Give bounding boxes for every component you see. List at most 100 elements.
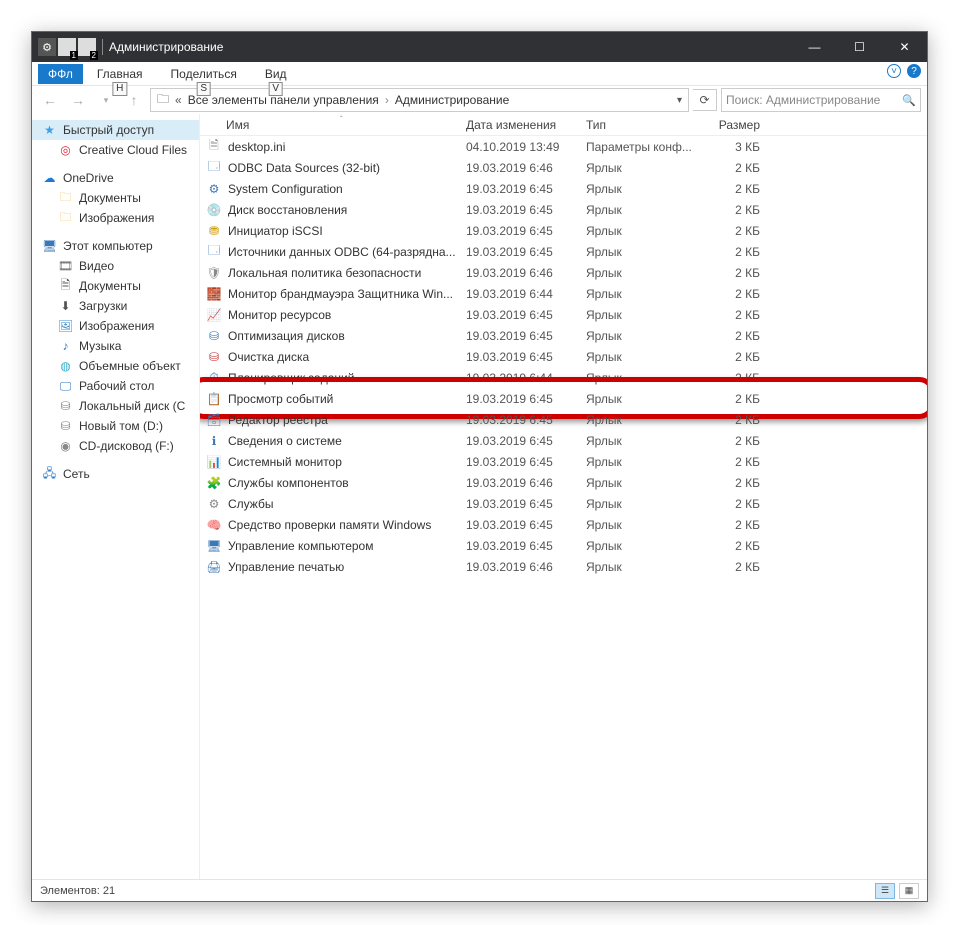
address-dropdown-icon[interactable]: ▾ — [675, 95, 684, 106]
nav-item[interactable]: ⛁Новый том (D:) — [32, 416, 199, 436]
file-size: 2 КБ — [700, 350, 770, 364]
nav-item[interactable]: ◎Creative Cloud Files — [32, 140, 199, 160]
nav-item-label: Рабочий стол — [79, 379, 154, 393]
breadcrumb-item[interactable]: Администрирование — [393, 93, 511, 107]
file-icon: ⛃ — [206, 223, 222, 239]
nav-item[interactable]: ★Быстрый доступ — [32, 120, 199, 140]
nav-item[interactable]: 🗀Изображения — [32, 208, 199, 228]
file-row[interactable]: ⛁Очистка диска19.03.2019 6:45Ярлык2 КБ — [200, 346, 927, 367]
nav-item[interactable]: 🖵Рабочий стол — [32, 376, 199, 396]
ribbon-tab-share[interactable]: Поделиться S — [157, 64, 251, 84]
file-type: Ярлык — [580, 539, 700, 553]
file-row[interactable]: 🗎desktop.ini04.10.2019 13:49Параметры ко… — [200, 136, 927, 157]
titlebar: 1 2 Администрирование — ☐ ✕ — [32, 32, 927, 62]
address-bar[interactable]: 🗀 « Все элементы панели управления › Адм… — [150, 88, 689, 112]
help-icon[interactable]: ? — [907, 64, 921, 78]
nav-item[interactable]: 🖧Сеть — [32, 464, 199, 484]
nav-item[interactable]: ♪Музыка — [32, 336, 199, 356]
file-row[interactable]: 📋Просмотр событий19.03.2019 6:45Ярлык2 К… — [200, 388, 927, 409]
file-row[interactable]: 🧱Монитор брандмауэра Защитника Win...19.… — [200, 283, 927, 304]
file-name: Источники данных ODBC (64-разрядна... — [228, 245, 456, 259]
column-header-name[interactable]: Имя — [200, 118, 460, 132]
address-toolbar: ← → ▾ ↑ 🗀 « Все элементы панели управлен… — [32, 86, 927, 114]
qat-icon-1[interactable]: 1 — [58, 38, 76, 56]
view-icons-button[interactable]: ▦ — [899, 883, 919, 899]
nav-item[interactable]: 🖥Этот компьютер — [32, 236, 199, 256]
file-date: 19.03.2019 6:45 — [460, 329, 580, 343]
file-icon: 🖨 — [206, 559, 222, 575]
ribbon-tabs: ФФл Главная Н Поделиться S Вид V ˅ ? — [32, 62, 927, 86]
nav-item[interactable]: ☁OneDrive — [32, 168, 199, 188]
file-type: Ярлык — [580, 287, 700, 301]
navigation-pane[interactable]: ★Быстрый доступ◎Creative Cloud Files ☁One… — [32, 114, 200, 879]
file-row[interactable]: 🗃Редактор реестра19.03.2019 6:45Ярлык2 К… — [200, 409, 927, 430]
nav-item-label: Быстрый доступ — [63, 123, 154, 137]
file-icon: ⏱ — [206, 370, 222, 386]
file-row[interactable]: 💿Диск восстановления19.03.2019 6:45Ярлык… — [200, 199, 927, 220]
close-button[interactable]: ✕ — [882, 32, 927, 62]
file-row[interactable]: 🛡Локальная политика безопасности19.03.20… — [200, 262, 927, 283]
column-header-type[interactable]: Тип — [580, 118, 700, 132]
file-row[interactable]: 🗔Источники данных ODBC (64-разрядна...19… — [200, 241, 927, 262]
ribbon-tab-home[interactable]: Главная Н — [83, 64, 157, 84]
file-size: 2 КБ — [700, 329, 770, 343]
file-row[interactable]: ⚙Службы19.03.2019 6:45Ярлык2 КБ — [200, 493, 927, 514]
file-date: 19.03.2019 6:46 — [460, 560, 580, 574]
nav-item-icon: 🗎 — [58, 279, 73, 294]
file-icon: 🖥 — [206, 538, 222, 554]
ribbon-tab-view[interactable]: Вид V — [251, 64, 301, 84]
file-row[interactable]: ⛃Инициатор iSCSI19.03.2019 6:45Ярлык2 КБ — [200, 220, 927, 241]
refresh-button[interactable]: ⟳ — [693, 89, 717, 111]
file-date: 19.03.2019 6:44 — [460, 371, 580, 385]
file-date: 19.03.2019 6:45 — [460, 350, 580, 364]
nav-item[interactable]: 🗀Документы — [32, 188, 199, 208]
ribbon-expand-icon[interactable]: ˅ — [887, 64, 901, 78]
nav-item[interactable]: 🎞Видео — [32, 256, 199, 276]
file-row[interactable]: ⛁Оптимизация дисков19.03.2019 6:45Ярлык2… — [200, 325, 927, 346]
file-row[interactable]: ⏱Планировщик заданий19.03.2019 6:44Ярлык… — [200, 367, 927, 388]
file-icon: 🧩 — [206, 475, 222, 491]
column-header-date[interactable]: Дата изменения — [460, 118, 580, 132]
file-row[interactable]: 📊Системный монитор19.03.2019 6:45Ярлык2 … — [200, 451, 927, 472]
view-details-button[interactable]: ☰ — [875, 883, 895, 899]
breadcrumb-item[interactable]: Все элементы панели управления — [186, 93, 381, 107]
file-date: 19.03.2019 6:45 — [460, 392, 580, 406]
nav-forward-button[interactable]: → — [66, 88, 90, 112]
nav-item-icon: 🖧 — [42, 467, 57, 482]
nav-item[interactable]: ◍Объемные объект — [32, 356, 199, 376]
file-size: 2 КБ — [700, 308, 770, 322]
nav-item[interactable]: 🖼Изображения — [32, 316, 199, 336]
file-date: 19.03.2019 6:45 — [460, 455, 580, 469]
file-type: Ярлык — [580, 161, 700, 175]
nav-item-icon: ◍ — [58, 359, 73, 374]
file-row[interactable]: 🗔ODBC Data Sources (32-bit)19.03.2019 6:… — [200, 157, 927, 178]
ribbon-file-tab[interactable]: ФФл — [38, 64, 83, 84]
nav-item-icon: ◎ — [58, 143, 73, 158]
column-header-size[interactable]: Размер — [700, 118, 770, 132]
nav-item-label: Этот компьютер — [63, 239, 153, 253]
maximize-button[interactable]: ☐ — [837, 32, 882, 62]
file-row[interactable]: 📈Монитор ресурсов19.03.2019 6:45Ярлык2 К… — [200, 304, 927, 325]
file-size: 2 КБ — [700, 203, 770, 217]
nav-item[interactable]: ◉CD-дисковод (F:) — [32, 436, 199, 456]
file-date: 19.03.2019 6:45 — [460, 434, 580, 448]
file-name: Службы — [228, 497, 273, 511]
file-icon: 🗔 — [206, 244, 222, 260]
file-row[interactable]: 🧠Средство проверки памяти Windows19.03.2… — [200, 514, 927, 535]
search-box[interactable]: Поиск: Администрирование 🔍 — [721, 88, 921, 112]
file-size: 2 КБ — [700, 266, 770, 280]
nav-item[interactable]: ⬇Загрузки — [32, 296, 199, 316]
qat-icon-2[interactable]: 2 — [78, 38, 96, 56]
nav-back-button[interactable]: ← — [38, 88, 62, 112]
file-row[interactable]: 🖨Управление печатью19.03.2019 6:46Ярлык2… — [200, 556, 927, 577]
minimize-button[interactable]: — — [792, 32, 837, 62]
nav-item-label: Документы — [79, 191, 141, 205]
file-row[interactable]: 🖥Управление компьютером19.03.2019 6:45Яр… — [200, 535, 927, 556]
file-row[interactable]: 🧩Службы компонентов19.03.2019 6:46Ярлык2… — [200, 472, 927, 493]
file-date: 19.03.2019 6:45 — [460, 518, 580, 532]
nav-item[interactable]: ⛁Локальный диск (С — [32, 396, 199, 416]
file-row[interactable]: ⚙System Configuration19.03.2019 6:45Ярлы… — [200, 178, 927, 199]
address-prefix: « — [175, 93, 182, 107]
nav-item[interactable]: 🗎Документы — [32, 276, 199, 296]
file-row[interactable]: ℹСведения о системе19.03.2019 6:45Ярлык2… — [200, 430, 927, 451]
